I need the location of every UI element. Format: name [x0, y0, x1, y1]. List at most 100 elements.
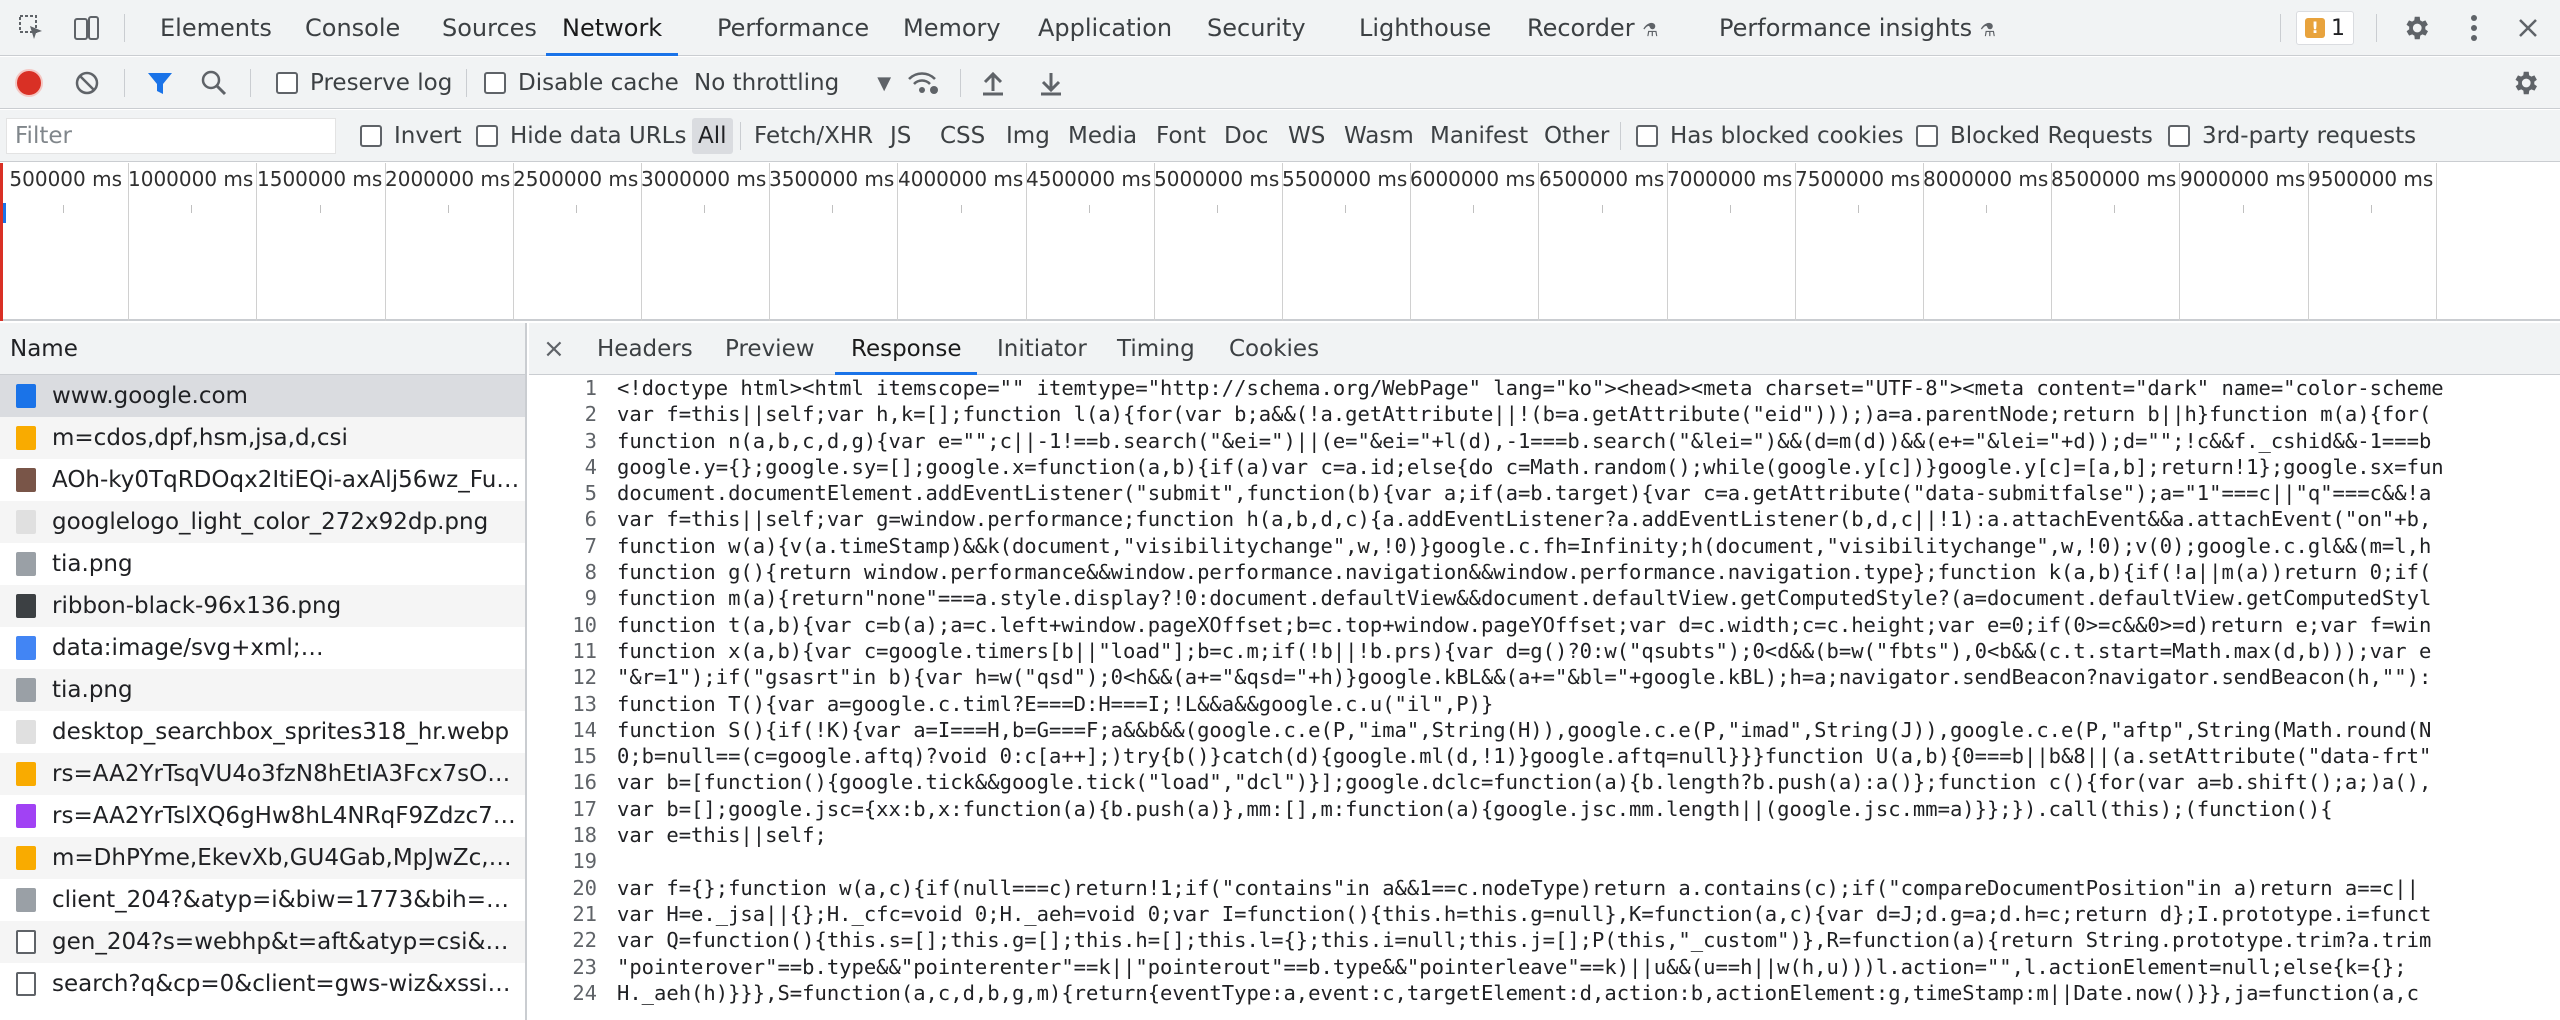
search-icon[interactable] [200, 57, 228, 109]
invert-checkbox[interactable]: Invert [360, 110, 462, 162]
name-column-header[interactable]: Name [0, 323, 525, 375]
tab-memory[interactable]: Memory [903, 0, 1001, 56]
tab-cookies[interactable]: Cookies [1229, 323, 1319, 375]
checkbox-box [276, 72, 298, 94]
request-row[interactable]: googlelogo_light_color_272x92dp.png [0, 501, 525, 543]
code-text: google.y={};google.sy=[];google.x=functi… [617, 454, 2444, 479]
hide-data-urls-checkbox[interactable]: Hide data URLs [476, 110, 686, 162]
timeline-tick [2436, 163, 2437, 321]
close-devtools-icon[interactable] [2510, 10, 2546, 46]
request-row[interactable]: tia.png [0, 543, 525, 585]
request-row[interactable]: www.google.com [0, 375, 525, 417]
request-row[interactable]: tia.png [0, 669, 525, 711]
tab-lighthouse[interactable]: Lighthouse [1359, 0, 1491, 56]
tab-recorder[interactable]: Recorder ⚗ [1527, 0, 1658, 56]
tab-performance-insights[interactable]: Performance insights ⚗ [1719, 0, 1996, 56]
timeline-subtick [832, 205, 833, 213]
type-filter-other[interactable]: Other [1538, 118, 1615, 154]
code-line: 24 H._aeh(h)}}},S=function(a,c,d,b,g,m){r… [529, 980, 2560, 1006]
timeline-tick-label: 6500000 ms [1539, 167, 1665, 191]
tab-application[interactable]: Application [1038, 0, 1172, 56]
device-toolbar-icon[interactable] [68, 10, 104, 46]
tab-performance[interactable]: Performance [717, 0, 869, 56]
type-filter-font[interactable]: Font [1150, 118, 1212, 154]
clear-button[interactable] [74, 57, 100, 109]
line-number: 10 [572, 612, 597, 637]
tab-sources[interactable]: Sources [442, 0, 537, 56]
code-text: var b=[];google.jsc={xx:b,x:function(a){… [617, 796, 2333, 821]
type-filter-js[interactable]: JS [884, 118, 917, 154]
select-element-icon[interactable] [14, 10, 50, 46]
throttling-select[interactable]: No throttling ▼ [694, 57, 891, 109]
preserve-log-checkbox[interactable]: Preserve log [276, 57, 452, 109]
close-detail-icon[interactable]: × [543, 323, 565, 375]
image-icon [16, 678, 36, 702]
code-line: 1 <!doctype html><html itemscope="" itemt… [529, 375, 2560, 401]
request-row[interactable]: desktop_searchbox_sprites318_hr.webp [0, 711, 525, 753]
timeline-tick-label: 8000000 ms [1923, 167, 2049, 191]
network-conditions-icon[interactable] [906, 57, 940, 109]
request-row[interactable]: search?q&cp=0&client=gws-wiz&xssi=t&hl… [0, 963, 525, 1005]
type-filter-img[interactable]: Img [1000, 118, 1056, 154]
request-row[interactable]: gen_204?s=webhp&t=aft&atyp=csi&ei=OWc… [0, 921, 525, 963]
script-icon [16, 426, 36, 450]
toolbar-divider [1620, 122, 1621, 150]
code-text: var f={};function w(a,c){if(null===c)ret… [617, 875, 2419, 900]
request-row[interactable]: rs=AA2YrTslXQ6gHw8hL4NRqF9Zdzc7IhY8… [0, 795, 525, 837]
line-number: 22 [572, 928, 597, 953]
checkbox-box [1636, 125, 1658, 147]
type-filter-wasm[interactable]: Wasm [1338, 118, 1420, 154]
record-button[interactable] [14, 57, 44, 109]
settings-gear-icon[interactable] [2398, 10, 2434, 46]
blocked-requests-checkbox[interactable]: Blocked Requests [1916, 110, 2153, 162]
more-options-icon[interactable] [2456, 10, 2492, 46]
type-filter-ws[interactable]: WS [1282, 118, 1331, 154]
tab-preview[interactable]: Preview [725, 323, 815, 375]
network-settings-gear-icon[interactable] [2510, 57, 2540, 109]
tab-security[interactable]: Security [1207, 0, 1306, 56]
issues-badge[interactable]: ! 1 [2296, 11, 2354, 45]
request-row[interactable]: rs=AA2YrTsqVU4o3fzN8hEtIA3Fcx7sOx6O5… [0, 753, 525, 795]
filter-input[interactable]: Filter [6, 118, 336, 154]
tab-console[interactable]: Console [305, 0, 400, 56]
timeline-tick-label: 4500000 ms [1026, 167, 1152, 191]
line-number: 8 [584, 560, 597, 585]
tab-timing[interactable]: Timing [1117, 323, 1195, 375]
code-text: function S(){if(!K){var a=I===H,b=G===F;… [617, 717, 2432, 742]
checkbox-box [484, 72, 506, 94]
request-row[interactable]: data:image/svg+xml;… [0, 627, 525, 669]
request-name: AOh-ky0TqRDOqx2ItiEQi-axAlj56wz_FuCWj1tJ… [52, 467, 522, 493]
line-number: 4 [584, 454, 597, 479]
request-row[interactable]: AOh-ky0TqRDOqx2ItiEQi-axAlj56wz_FuCWj1tJ… [0, 459, 525, 501]
type-filter-css[interactable]: CSS [934, 118, 991, 154]
type-filter-manifest[interactable]: Manifest [1424, 118, 1534, 154]
tab-response[interactable]: Response [835, 323, 978, 375]
type-filter-doc[interactable]: Doc [1218, 118, 1274, 154]
request-activity-bar [3, 203, 6, 223]
tab-elements[interactable]: Elements [160, 0, 272, 56]
request-name: www.google.com [52, 383, 248, 409]
request-row[interactable]: m=cdos,dpf,hsm,jsa,d,csi [0, 417, 525, 459]
filter-icon[interactable] [146, 57, 174, 109]
code-text: document.documentElement.addEventListene… [617, 481, 2432, 506]
request-row[interactable]: m=DhPYme,EkevXb,GU4Gab,MpJwZc,UUJqVe… [0, 837, 525, 879]
third-party-requests-checkbox[interactable]: 3rd-party requests [2168, 110, 2416, 162]
network-overview-timeline[interactable]: 500000 ms 1000000 ms 1500000 ms 2000000 ms 2… [0, 163, 2560, 321]
tab-initiator[interactable]: Initiator [997, 323, 1087, 375]
type-filter-all[interactable]: All [692, 118, 733, 154]
tab-network[interactable]: Network [546, 0, 679, 56]
type-filter-fetch-xhr[interactable]: Fetch/XHR [748, 118, 879, 154]
has-blocked-cookies-checkbox[interactable]: Has blocked cookies [1636, 110, 1904, 162]
tab-headers[interactable]: Headers [597, 323, 693, 375]
type-filter-media[interactable]: Media [1062, 118, 1143, 154]
import-har-icon[interactable] [980, 57, 1006, 109]
request-row[interactable]: client_204?&atyp=i&biw=1773&bih=729&dpr… [0, 879, 525, 921]
disable-cache-checkbox[interactable]: Disable cache [484, 57, 679, 109]
export-har-icon[interactable] [1038, 57, 1064, 109]
request-row[interactable]: ribbon-black-96x136.png [0, 585, 525, 627]
image-icon [16, 888, 36, 912]
response-source-view[interactable]: 1 <!doctype html><html itemscope="" itemt… [529, 375, 2560, 1020]
code-text: function n(a,b,c,d,g){var e="";c||-1!==b… [617, 428, 2432, 453]
request-name: desktop_searchbox_sprites318_hr.webp [52, 719, 510, 745]
timeline-tick-label: 1000000 ms [128, 167, 254, 191]
